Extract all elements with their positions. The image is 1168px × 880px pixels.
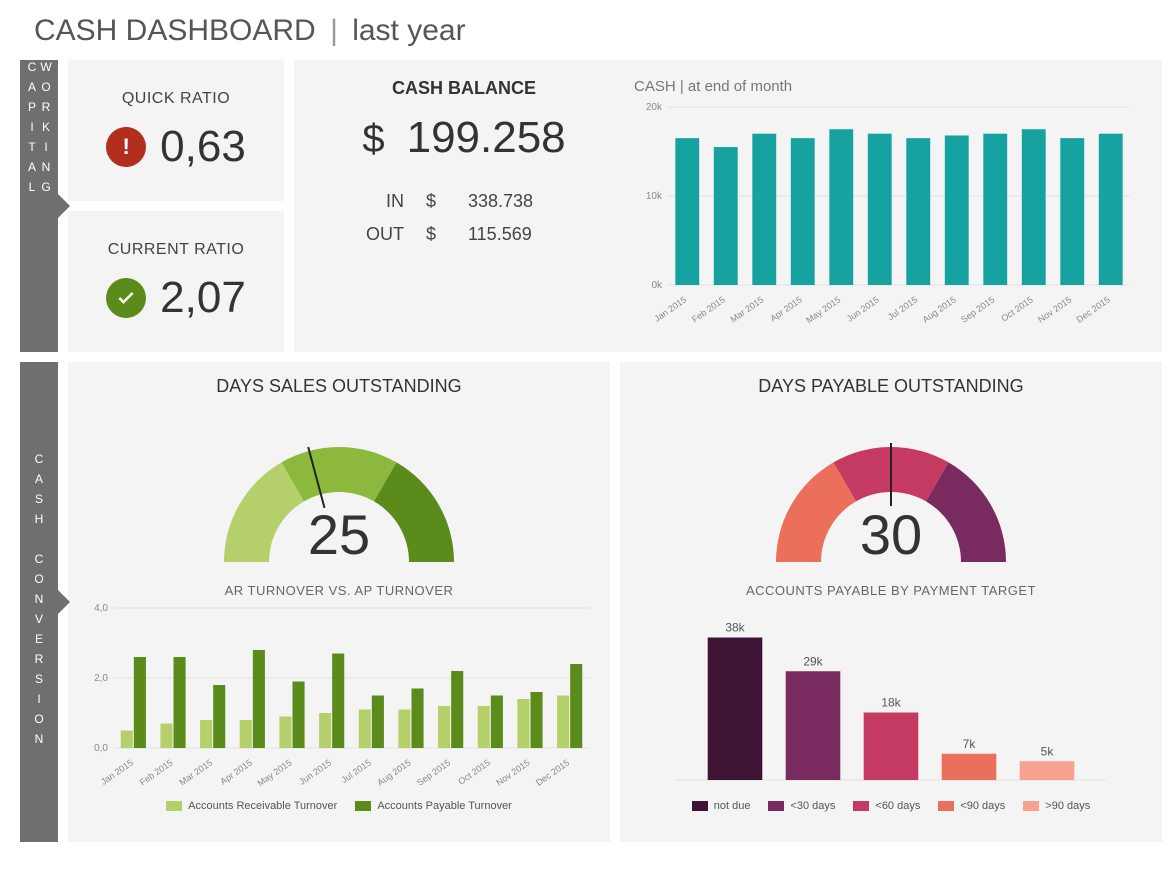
legend-swatch-ap xyxy=(355,801,371,811)
ap-target-chart-title: ACCOUNTS PAYABLE BY PAYMENT TARGET xyxy=(636,583,1146,598)
cash-out-value: 115.569 xyxy=(468,224,568,245)
alert-icon: ! xyxy=(106,127,146,167)
legend-swatch-lt60 xyxy=(853,801,869,811)
title-sub: last year xyxy=(352,14,465,47)
svg-text:Jun 2015: Jun 2015 xyxy=(297,757,333,786)
svg-text:38k: 38k xyxy=(725,621,745,635)
svg-text:Nov 2015: Nov 2015 xyxy=(494,757,531,787)
legend-lt60: <60 days xyxy=(875,800,920,812)
cash-out-currency: $ xyxy=(426,224,446,245)
cash-in-value: 338.738 xyxy=(468,191,568,212)
svg-text:Feb 2015: Feb 2015 xyxy=(690,294,727,324)
svg-text:Jan 2015: Jan 2015 xyxy=(652,294,688,323)
svg-text:2,0: 2,0 xyxy=(94,673,108,684)
cash-balance-card: CASH BALANCE $ 199.258 IN $ 338.738 OUT xyxy=(294,60,1162,352)
legend-lt30: <30 days xyxy=(790,800,835,812)
svg-text:Dec 2015: Dec 2015 xyxy=(1075,294,1112,324)
quick-ratio-value: 0,63 xyxy=(160,122,246,172)
check-icon xyxy=(106,278,146,318)
cash-balance-currency: $ xyxy=(362,117,384,162)
svg-text:Sep 2015: Sep 2015 xyxy=(959,294,996,324)
legend-swatch-lt30 xyxy=(768,801,784,811)
svg-text:Dec 2015: Dec 2015 xyxy=(534,757,571,787)
tab-cash-conversion[interactable]: CASH CONVERSION xyxy=(20,362,58,842)
current-ratio-card: CURRENT RATIO 2,07 xyxy=(68,211,284,352)
svg-text:Nov 2015: Nov 2015 xyxy=(1036,294,1073,324)
turnover-chart: 0,0 2,0 4,0 Jan 2015Feb 2015Mar 2015Apr 201… xyxy=(84,604,594,794)
svg-text:Oct 2015: Oct 2015 xyxy=(456,757,492,786)
ap-target-legend: not due <30 days <60 days <90 days >90 d… xyxy=(636,800,1146,812)
svg-text:10k: 10k xyxy=(646,191,663,202)
dpo-title: DAYS PAYABLE OUTSTANDING xyxy=(636,376,1146,397)
dpo-card: DAYS PAYABLE OUTSTANDING 30 ACCOUNTS PAY… xyxy=(620,362,1162,842)
current-ratio-value: 2,07 xyxy=(160,273,246,323)
svg-text:0,0: 0,0 xyxy=(94,743,108,754)
svg-text:Apr 2015: Apr 2015 xyxy=(218,757,254,786)
title-separator: | xyxy=(330,14,338,47)
tab-working-capital[interactable]: WORKING CAPITAL xyxy=(20,60,58,352)
svg-text:Sep 2015: Sep 2015 xyxy=(415,757,452,787)
svg-text:20k: 20k xyxy=(646,102,663,113)
legend-gt90: >90 days xyxy=(1045,800,1090,812)
svg-text:Apr 2015: Apr 2015 xyxy=(768,294,804,323)
tab-cash-conversion-label: CASH CONVERSION xyxy=(32,452,46,752)
title-main: CASH DASHBOARD xyxy=(34,14,316,47)
current-ratio-title: CURRENT RATIO xyxy=(108,241,245,259)
ap-target-chart: 38k 29k 18k 7k 5k xyxy=(636,604,1146,794)
cash-balance-title: CASH BALANCE xyxy=(392,78,536,99)
svg-text:Jul 2015: Jul 2015 xyxy=(339,757,373,785)
svg-text:May 2015: May 2015 xyxy=(804,294,842,325)
dpo-value: 30 xyxy=(636,502,1146,567)
dso-title: DAYS SALES OUTSTANDING xyxy=(84,376,594,397)
tab-working-capital-label: WORKING CAPITAL xyxy=(25,60,53,352)
svg-text:Jul 2015: Jul 2015 xyxy=(886,294,920,322)
cash-out-label: OUT xyxy=(360,224,404,245)
svg-text:4,0: 4,0 xyxy=(94,604,108,614)
svg-text:Feb 2015: Feb 2015 xyxy=(138,757,175,787)
svg-text:Mar 2015: Mar 2015 xyxy=(729,294,766,324)
svg-text:29k: 29k xyxy=(803,654,823,668)
quick-ratio-title: QUICK RATIO xyxy=(122,90,230,108)
legend-ar: Accounts Receivable Turnover xyxy=(188,800,337,812)
legend-swatch-lt90 xyxy=(938,801,954,811)
legend-ap: Accounts Payable Turnover xyxy=(377,800,512,812)
legend-swatch-notdue xyxy=(692,801,708,811)
svg-text:18k: 18k xyxy=(881,696,901,710)
legend-swatch-gt90 xyxy=(1023,801,1039,811)
cash-chart-title: CASH | at end of month xyxy=(634,78,1142,95)
dso-card: DAYS SALES OUTSTANDING 25 AR TURNOVER VS… xyxy=(68,362,610,842)
legend-lt90: <90 days xyxy=(960,800,1005,812)
svg-text:Jan 2015: Jan 2015 xyxy=(99,757,135,786)
turnover-legend: Accounts Receivable Turnover Accounts Pa… xyxy=(84,800,594,812)
cash-in-currency: $ xyxy=(426,191,446,212)
svg-text:Aug 2015: Aug 2015 xyxy=(375,757,412,787)
svg-text:0k: 0k xyxy=(651,280,663,291)
svg-text:Mar 2015: Mar 2015 xyxy=(177,757,214,787)
svg-text:Aug 2015: Aug 2015 xyxy=(921,294,958,324)
page-title: CASH DASHBOARD | last year xyxy=(34,14,1148,48)
cash-in-label: IN xyxy=(360,191,404,212)
svg-text:Jun 2015: Jun 2015 xyxy=(845,294,881,323)
legend-swatch-ar xyxy=(166,801,182,811)
dso-value: 25 xyxy=(84,502,594,567)
svg-text:Oct 2015: Oct 2015 xyxy=(999,294,1035,323)
cash-month-chart: 0k 10k 20k Jan 2015Feb 2015Mar 2015Apr 2015… xyxy=(634,101,1134,331)
quick-ratio-card: QUICK RATIO ! 0,63 xyxy=(68,60,284,201)
svg-text:May 2015: May 2015 xyxy=(256,757,294,788)
svg-text:7k: 7k xyxy=(963,737,977,751)
legend-notdue: not due xyxy=(714,800,751,812)
cash-balance-amount: 199.258 xyxy=(407,113,566,163)
svg-text:5k: 5k xyxy=(1041,744,1055,758)
turnover-chart-title: AR TURNOVER VS. AP TURNOVER xyxy=(84,583,594,598)
